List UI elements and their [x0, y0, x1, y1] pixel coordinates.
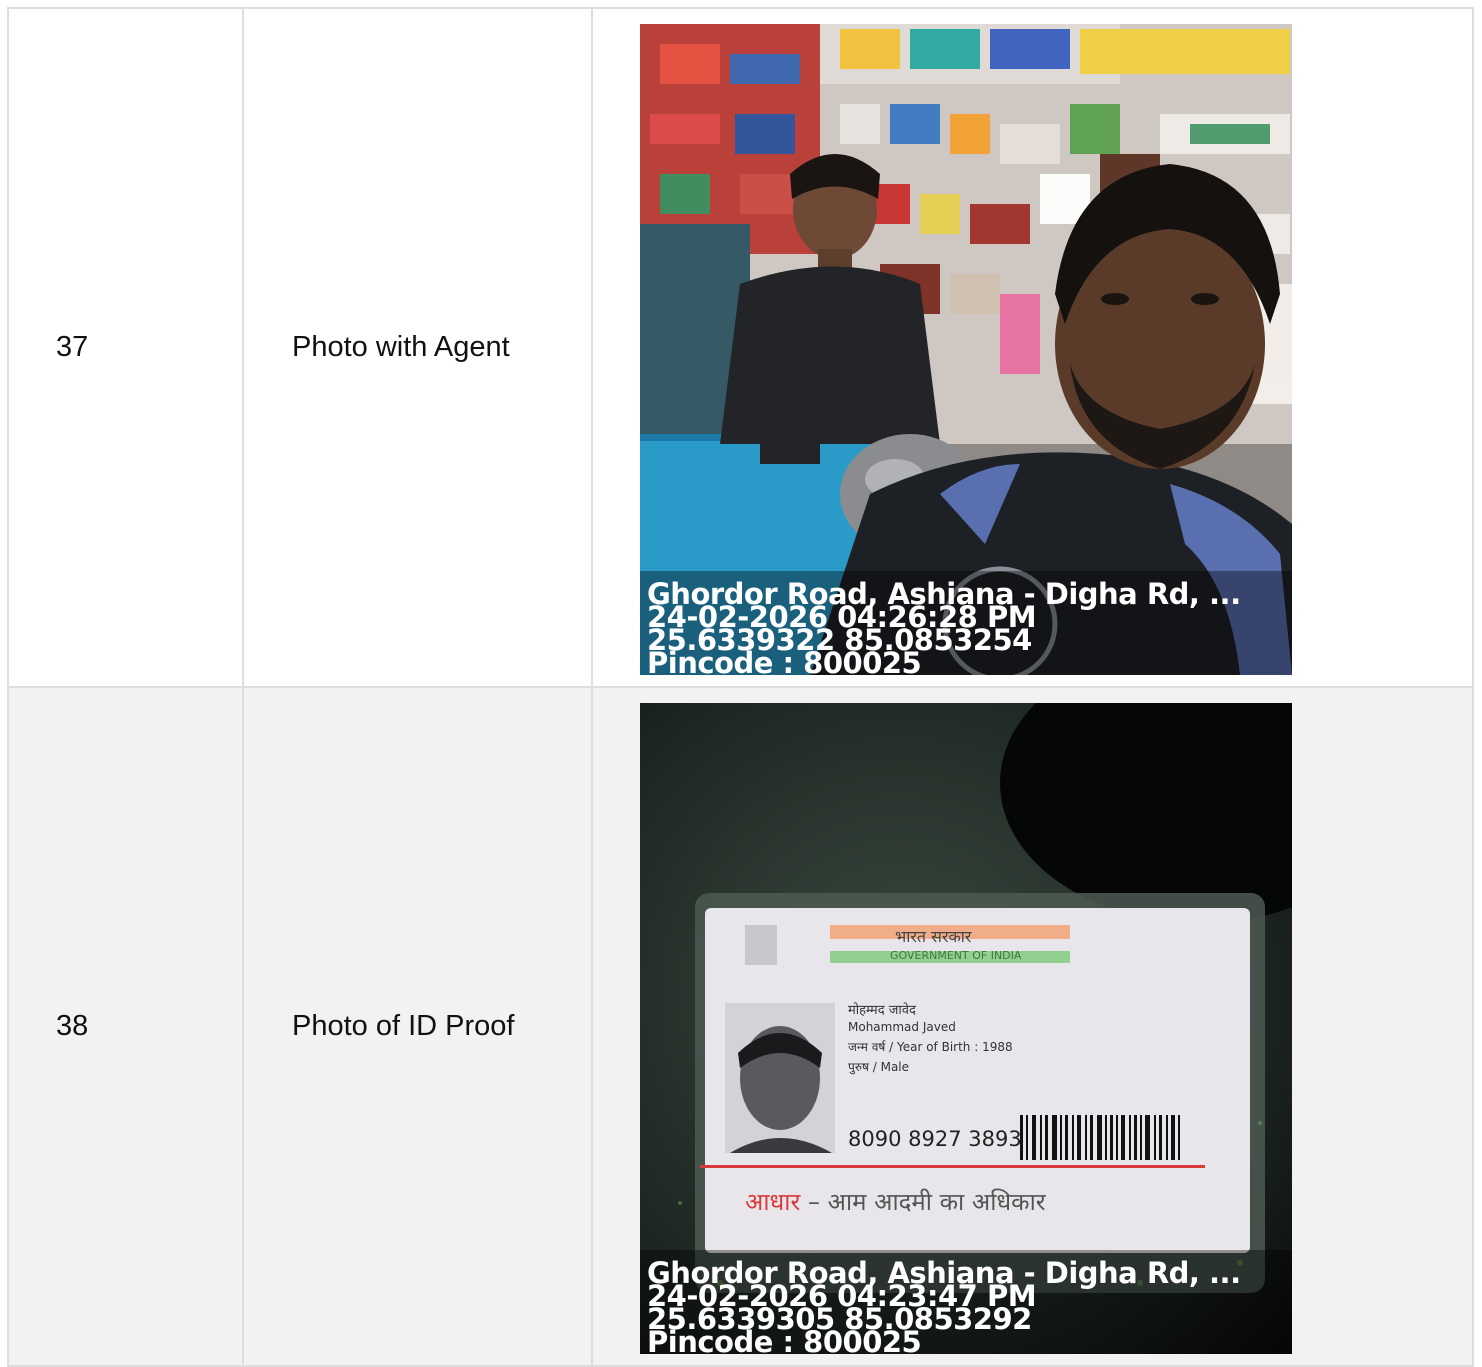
row-label: Photo with Agent [242, 7, 593, 688]
card-number: 8090 8927 3893 [848, 1127, 1022, 1151]
photo-cell: भारत सरकार GOVERNMENT OF INDIA मोहम्मद ज… [591, 686, 1474, 1367]
card-tagline-red: आधार [745, 1188, 801, 1216]
geo-stamp: Ghordor Road, Ashiana - Digha Rd, ... 24… [647, 1259, 1241, 1355]
card-name-hi: मोहम्मद जावेद [848, 1003, 916, 1018]
table-row: 38 Photo of ID Proof भारत सरकार GOVERNME… [7, 686, 1474, 1367]
card-header-hi: भारत सरकार [895, 927, 972, 946]
id-proof-photo[interactable]: भारत सरकार GOVERNMENT OF INDIA मोहम्मद ज… [640, 703, 1292, 1354]
row-number: 37 [7, 7, 244, 688]
card-tagline-rest: – आम आदमी का अधिकार [807, 1188, 1046, 1216]
row-label: Photo of ID Proof [242, 686, 593, 1367]
card-gender: पुरुष / Male [848, 1060, 910, 1074]
card-name-en: Mohammad Javed [848, 1020, 956, 1034]
table-row: 37 Photo with Agent Ghordor Road, Ashian… [7, 7, 1474, 688]
agent-photo[interactable]: Ghordor Road, Ashiana - Digha Rd, ... 24… [640, 24, 1292, 675]
evidence-table: 37 Photo with Agent Ghordor Road, Ashian… [7, 7, 1474, 1367]
geo-stamp: Ghordor Road, Ashiana - Digha Rd, ... 24… [647, 580, 1241, 676]
card-header-en: GOVERNMENT OF INDIA [890, 949, 1022, 962]
card-birth: जन्म वर्ष / Year of Birth : 1988 [848, 1040, 1013, 1054]
card-tagline: आधार – आम आदमी का अधिकार [745, 1185, 1046, 1218]
photo-cell: Ghordor Road, Ashiana - Digha Rd, ... 24… [591, 7, 1474, 688]
row-number: 38 [7, 686, 244, 1367]
